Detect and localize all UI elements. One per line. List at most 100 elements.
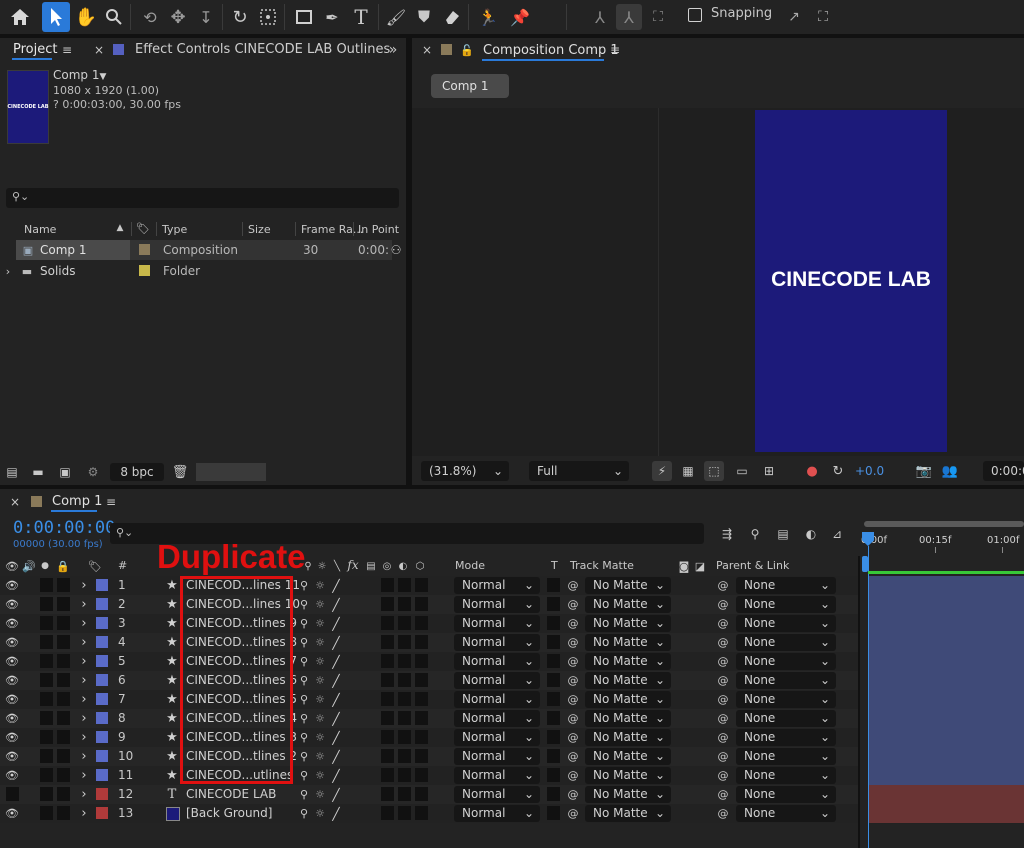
quality-switch-icon[interactable]: ╱ (330, 786, 342, 803)
layer-row[interactable]: 👁 › 6 ★ CINECOD...tlines 6 ⚲ ☼ ╱ Normal ⌄ @ No Matt… (0, 671, 860, 690)
preserve-transparency-box[interactable] (547, 749, 560, 763)
shy-switch-icon[interactable]: ⚲ (298, 577, 310, 594)
switch-box[interactable] (415, 768, 428, 782)
fast-previews-icon[interactable]: ⚡ (652, 461, 672, 481)
matte-pickwhip-icon[interactable]: @ (566, 767, 580, 784)
label-color-icon[interactable] (96, 579, 108, 591)
shy-switch-icon[interactable]: ⚲ (298, 691, 310, 708)
layer-duration-bar[interactable] (868, 766, 1024, 786)
shy-switch-icon[interactable]: ⚲ (298, 653, 310, 670)
track-matte-dropdown[interactable]: No Matte ⌄ (585, 615, 671, 632)
switch-box[interactable] (381, 730, 394, 744)
eraser-tool-icon[interactable] (440, 4, 464, 30)
eye-icon[interactable]: 👁 (5, 578, 19, 593)
pan-behind-tool-icon[interactable] (256, 4, 280, 30)
layer-duration-bar[interactable] (868, 576, 1024, 596)
tab-project[interactable]: Project (13, 42, 57, 57)
layer-row[interactable]: 👁 › 3 ★ CINECOD...tlines 9 ⚲ ☼ ╱ Normal ⌄ @ No Matt… (0, 614, 860, 633)
reset-exposure-icon[interactable]: ↻ (828, 461, 848, 481)
motion-blur-switch-icon[interactable]: ◎ (380, 559, 394, 573)
quality-switch-icon[interactable]: ╱ (330, 634, 342, 651)
label-color-icon[interactable] (96, 788, 108, 800)
track-matte-dropdown[interactable]: No Matte ⌄ (585, 748, 671, 765)
parent-dropdown[interactable]: None ⌄ (736, 634, 836, 651)
switch-box[interactable] (381, 749, 394, 763)
mode-dropdown[interactable]: Normal ⌄ (454, 577, 540, 594)
show-snapshot-icon[interactable]: 👥 (940, 461, 960, 481)
switch-box[interactable] (398, 616, 411, 630)
collapse-switch-icon[interactable]: ☼ (314, 691, 326, 708)
trash-icon[interactable]: 🗑 (170, 462, 190, 482)
parent-dropdown[interactable]: None ⌄ (736, 653, 836, 670)
layer-duration-bar[interactable] (868, 671, 1024, 691)
label-color-icon[interactable] (96, 731, 108, 743)
comp-info-name[interactable]: Comp 1▼ (53, 68, 106, 82)
snapshot-camera-icon[interactable]: 📷 (914, 461, 934, 481)
label-color-icon[interactable] (96, 617, 108, 629)
layer-duration-bar[interactable] (868, 728, 1024, 748)
preserve-transparency-box[interactable] (547, 635, 560, 649)
transparency-grid-icon[interactable]: ▦ (678, 461, 698, 481)
project-item-solids[interactable]: › ▬ Solids Folder (0, 261, 392, 281)
rectangle-tool-icon[interactable] (292, 4, 316, 30)
switch-box[interactable] (381, 692, 394, 706)
switch-box[interactable] (415, 806, 428, 820)
shy-switch-icon[interactable]: ⚲ (298, 729, 310, 746)
track-matte-dropdown[interactable]: No Matte ⌄ (585, 786, 671, 803)
solo-icon[interactable]: ● (40, 559, 50, 573)
layer-row[interactable]: › 12 T CINECODE LAB ⚲ ☼ ╱ Normal ⌄ @ No Matte ⌄ @ Non… (0, 785, 860, 804)
graph-editor-icon[interactable]: ⊿ (826, 524, 848, 544)
parent-pickwhip-icon[interactable]: @ (716, 653, 730, 670)
switch-box[interactable] (415, 673, 428, 687)
lock-box[interactable] (57, 692, 70, 706)
layer-duration-bar[interactable] (868, 690, 1024, 710)
layer-name[interactable]: CINECODE LAB (186, 785, 276, 804)
label-color-icon[interactable] (96, 674, 108, 686)
expand-arrow-icon[interactable]: › (78, 615, 90, 632)
matte-alpha-icon[interactable]: ◙ (677, 559, 691, 573)
project-item-comp[interactable]: ▣ Comp 1 Composition 30 0:00: ⚇ (0, 240, 401, 260)
panel-menu-icon[interactable]: ≡ (608, 42, 622, 58)
quality-switch-icon[interactable]: ╱ (330, 596, 342, 613)
switch-box[interactable] (398, 730, 411, 744)
column-type[interactable]: Type (162, 223, 187, 236)
parent-pickwhip-icon[interactable]: @ (716, 710, 730, 727)
pen-tool-icon[interactable]: ✒ (320, 4, 344, 30)
audio-icon[interactable]: 🔊 (22, 559, 36, 573)
pan-camera-icon[interactable]: ✥ (166, 4, 190, 30)
switch-box[interactable] (415, 730, 428, 744)
preserve-transparency-box[interactable] (547, 711, 560, 725)
parent-dropdown[interactable]: None ⌄ (736, 767, 836, 784)
matte-pickwhip-icon[interactable]: @ (566, 729, 580, 746)
time-ruler[interactable]: 0:00f 00:15f 01:00f (861, 516, 1024, 556)
quality-switch-icon[interactable]: ╱ (330, 672, 342, 689)
eye-icon[interactable]: 👁 (5, 749, 19, 764)
dolly-camera-icon[interactable]: ↧ (194, 4, 218, 30)
work-area-start-marker[interactable] (862, 556, 868, 572)
eye-icon[interactable]: 👁 (5, 730, 19, 745)
switch-box[interactable] (381, 787, 394, 801)
project-search-input[interactable]: ⚲⌄ (6, 188, 399, 208)
parent-pickwhip-icon[interactable]: @ (716, 691, 730, 708)
switch-box[interactable] (398, 654, 411, 668)
local-axis-mode-icon[interactable]: ⅄ (588, 4, 612, 30)
close-tab-icon[interactable]: × (8, 494, 22, 510)
flowchart-icon[interactable]: ⚇ (388, 242, 404, 258)
matte-pickwhip-icon[interactable]: @ (566, 805, 580, 822)
matte-pickwhip-icon[interactable]: @ (566, 615, 580, 632)
selection-tool-icon[interactable] (42, 2, 70, 32)
lock-icon[interactable]: 🔓 (460, 42, 474, 58)
layer-duration-bar[interactable] (868, 633, 1024, 653)
parent-pickwhip-icon[interactable]: @ (716, 805, 730, 822)
track-matte-dropdown[interactable]: No Matte ⌄ (585, 805, 671, 822)
panel-menu-icon[interactable]: ≡ (104, 494, 118, 510)
type-tool-icon[interactable]: T (348, 4, 374, 30)
shy-switch-icon[interactable]: ⚲ (298, 767, 310, 784)
lock-box[interactable] (57, 768, 70, 782)
mode-dropdown[interactable]: Normal ⌄ (454, 672, 540, 689)
mode-dropdown[interactable]: Normal ⌄ (454, 748, 540, 765)
lock-box[interactable] (57, 654, 70, 668)
column-size[interactable]: Size (248, 223, 271, 236)
quality-switch-icon[interactable]: ╱ (330, 691, 342, 708)
expand-arrow-icon[interactable]: › (78, 729, 90, 746)
